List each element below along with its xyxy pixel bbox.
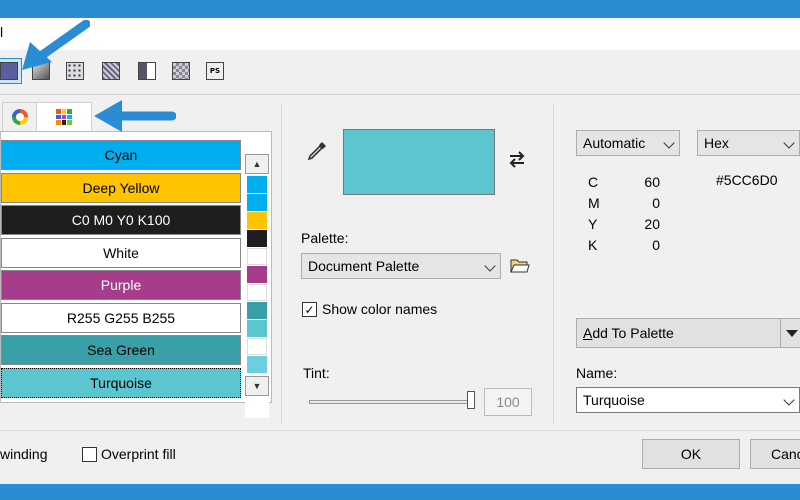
chevron-down-icon xyxy=(783,137,795,149)
palette-mini-swatch xyxy=(247,194,267,211)
overprint-fill-checkbox[interactable] xyxy=(82,447,97,462)
palette-swatch-row[interactable]: Turquoise xyxy=(1,367,241,398)
cancel-button[interactable]: Canc xyxy=(750,439,800,469)
name-label: Name: xyxy=(576,365,618,381)
palette-mini-swatch xyxy=(247,248,267,265)
palette-swatch-row[interactable]: Deep Yellow xyxy=(1,172,241,203)
chevron-down-icon xyxy=(783,394,795,406)
cmyk-row-m: M0 xyxy=(588,195,660,211)
add-to-palette-dropdown[interactable] xyxy=(780,318,800,348)
add-to-palette-mnemonic: A xyxy=(583,325,593,341)
palette-label: Palette: xyxy=(301,230,349,246)
texture-fill-icon xyxy=(172,62,190,80)
add-to-palette-label: dd To Palette xyxy=(592,325,674,341)
value-format-dropdown[interactable]: Hex xyxy=(697,130,800,156)
tint-slider-track[interactable] xyxy=(309,400,474,404)
uniform-fill-icon xyxy=(0,62,18,80)
hex-value[interactable]: #5CC6D0 xyxy=(716,172,777,188)
bitmap-pattern-fill-icon xyxy=(102,62,120,80)
callout-arrow-icon xyxy=(22,20,90,70)
eyedropper-icon[interactable] xyxy=(306,140,328,162)
color-model-dropdown[interactable]: Automatic xyxy=(576,130,680,156)
palette-mini-swatch xyxy=(247,356,267,373)
palette-mini-swatch xyxy=(247,230,267,247)
column-divider-right xyxy=(553,104,554,424)
palette-swatch-row[interactable]: Purple xyxy=(1,270,241,300)
tint-value-field[interactable]: 100 xyxy=(484,388,532,416)
two-color-pattern-fill-icon xyxy=(138,62,156,80)
cmyk-row-c: C 60 xyxy=(588,174,660,190)
palette-dropdown-value: Document Palette xyxy=(308,258,420,274)
chevron-down-icon xyxy=(663,137,675,149)
palette-swatch-panel: Cyan Deep Yellow C0 M0 Y0 K100 White Purple R… xyxy=(0,131,272,418)
column-divider-left xyxy=(281,104,282,424)
texture-fill-button[interactable] xyxy=(168,58,194,84)
color-model-value: Automatic xyxy=(583,135,646,151)
window-title: l xyxy=(0,24,4,40)
window-frame-top xyxy=(0,0,800,18)
show-color-names-label: Show color names xyxy=(322,301,438,317)
palette-dropdown[interactable]: Document Palette xyxy=(301,253,501,279)
palette-swatch-row[interactable]: Cyan xyxy=(1,140,241,170)
edit-fill-dialog: l PS Cyan Deep Yellow C0 M0 Y0 K100 Whit… xyxy=(0,18,800,484)
show-color-names-checkbox[interactable]: ✓ xyxy=(302,302,317,317)
palette-mini-swatch xyxy=(247,320,267,337)
palette-scrollbar[interactable]: ▲ ▼ xyxy=(245,154,269,418)
postscript-fill-button[interactable]: PS xyxy=(202,58,228,84)
chevron-down-icon xyxy=(484,260,496,272)
two-color-pattern-fill-button[interactable] xyxy=(134,58,160,84)
swap-colors-icon[interactable] xyxy=(506,148,528,170)
value-format-value: Hex xyxy=(704,135,729,151)
cmyk-row-k: K0 xyxy=(588,237,660,253)
color-name-value: Turquoise xyxy=(583,392,645,408)
palette-swatch-row[interactable]: C0 M0 Y0 K100 xyxy=(1,205,241,235)
winding-fill-label: winding xyxy=(0,446,48,462)
color-preview-swatch xyxy=(343,129,495,195)
overprint-fill-label: Overprint fill xyxy=(101,446,176,462)
tint-slider-thumb[interactable] xyxy=(467,391,475,409)
palette-mini-swatch xyxy=(247,338,267,355)
tint-label: Tint: xyxy=(303,365,330,381)
palette-mini-swatch xyxy=(247,302,267,319)
callout-arrow-icon xyxy=(94,100,176,132)
palette-swatch-row[interactable]: White xyxy=(1,237,241,268)
ok-button[interactable]: OK xyxy=(642,439,740,469)
tab-color-palettes[interactable] xyxy=(36,102,92,132)
palette-swatch-row[interactable]: R255 G255 B255 xyxy=(1,302,241,333)
add-to-palette-button[interactable]: Add To Palette xyxy=(576,318,781,348)
color-wheel-icon xyxy=(12,109,28,125)
open-palette-folder-icon[interactable] xyxy=(510,257,530,275)
scroll-up-button[interactable]: ▲ xyxy=(245,154,269,174)
tab-color-harmonies[interactable] xyxy=(2,102,38,132)
toolbar-divider xyxy=(0,94,800,95)
cmyk-row-y: Y 20 xyxy=(588,216,660,232)
palette-mini-swatch xyxy=(247,284,267,301)
palette-grid-icon xyxy=(56,109,72,125)
scroll-down-button[interactable]: ▼ xyxy=(245,376,269,396)
palette-mini-swatch xyxy=(247,212,267,229)
palette-mini-swatch xyxy=(247,266,267,283)
postscript-fill-icon: PS xyxy=(206,62,224,80)
title-bar: l xyxy=(0,18,800,50)
dialog-footer: winding Overprint fill OK Canc xyxy=(0,430,800,484)
palette-swatch-row[interactable]: Sea Green xyxy=(1,335,241,365)
color-name-field[interactable]: Turquoise xyxy=(576,387,800,413)
palette-mini-swatch xyxy=(247,176,267,193)
window-frame-bottom xyxy=(0,484,800,500)
bitmap-pattern-fill-button[interactable] xyxy=(98,58,124,84)
